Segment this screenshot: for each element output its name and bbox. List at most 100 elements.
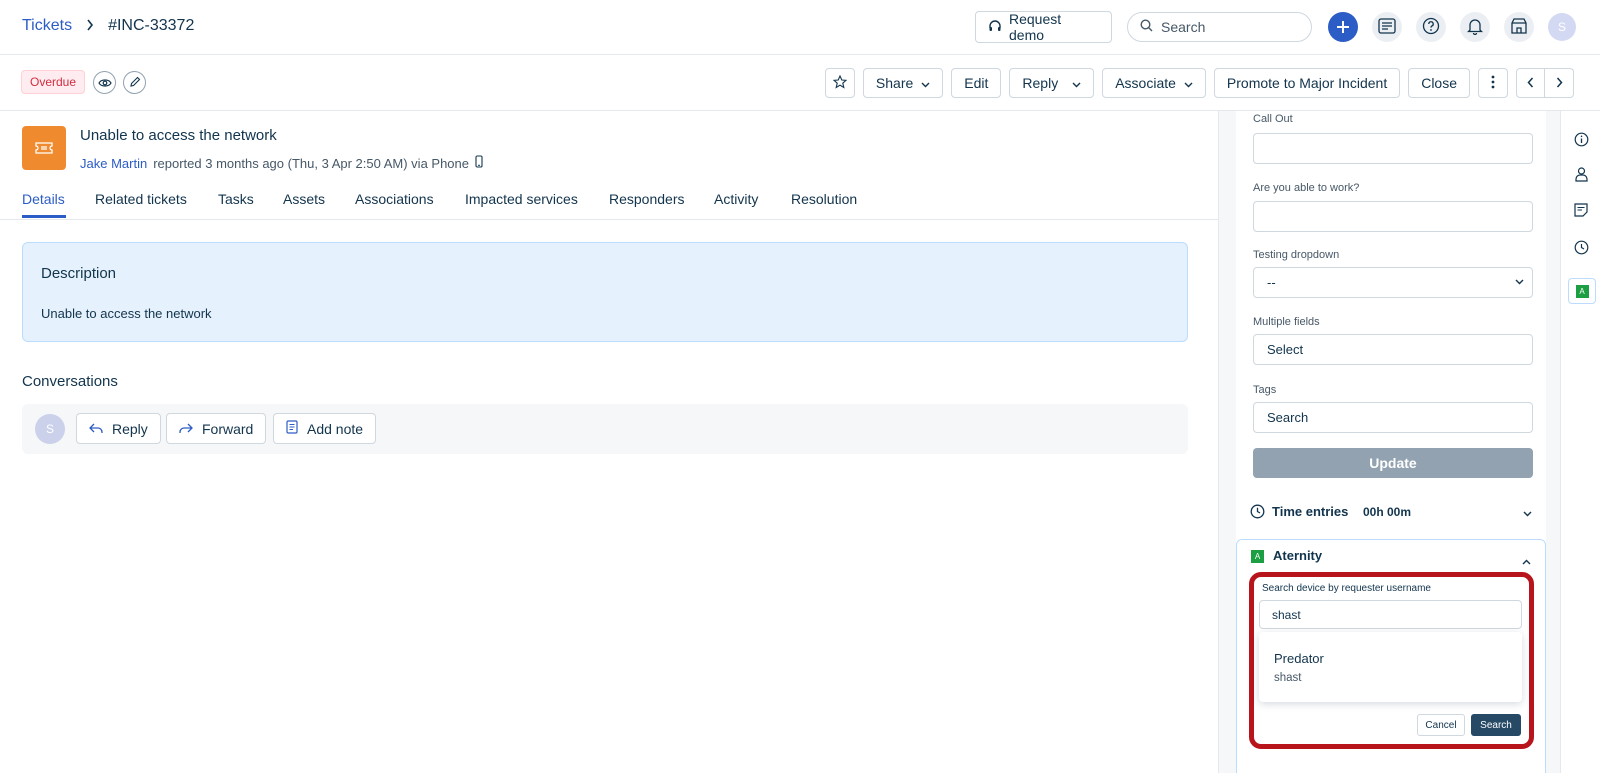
tab-tasks[interactable]: Tasks xyxy=(218,191,254,207)
breadcrumb: Tickets #INC-33372 xyxy=(22,17,194,35)
able-to-work-field[interactable] xyxy=(1253,201,1533,232)
tab-details[interactable]: Details xyxy=(22,191,65,207)
forward-button[interactable]: Forward xyxy=(166,413,267,444)
share-button[interactable]: Share xyxy=(862,68,944,98)
update-button[interactable]: Update xyxy=(1253,448,1533,478)
tags-placeholder: Search xyxy=(1267,410,1309,425)
callout-field[interactable] xyxy=(1253,133,1533,164)
reply-label: Reply xyxy=(1022,75,1059,91)
requester-link[interactable]: Jake Martin xyxy=(80,156,147,171)
chevron-right-icon xyxy=(1556,75,1563,91)
reply-dropdown-button[interactable]: Reply xyxy=(1009,68,1095,98)
forward-label: Forward xyxy=(202,420,254,437)
tab-activity[interactable]: Activity xyxy=(714,191,758,207)
request-demo-button[interactable]: Request demo xyxy=(975,11,1112,43)
history-icon[interactable] xyxy=(1573,239,1589,255)
chevron-down-icon xyxy=(1184,75,1193,91)
associate-label: Associate xyxy=(1115,75,1176,91)
close-ticket-button[interactable]: Close xyxy=(1408,68,1470,98)
chevron-right-icon xyxy=(86,18,94,34)
breadcrumb-current: #INC-33372 xyxy=(108,17,195,34)
chevron-down-icon xyxy=(1515,277,1524,288)
toolbar-actions: Share Edit Reply Associate Promote to Ma… xyxy=(824,68,1574,98)
device-search-label: Search device by requester username xyxy=(1262,583,1431,594)
create-new-button[interactable] xyxy=(1328,12,1358,42)
watch-button[interactable] xyxy=(93,71,116,94)
tab-resolution[interactable]: Resolution xyxy=(791,191,857,207)
ticket-meta: Jake Martin reported 3 months ago (Thu, … xyxy=(80,155,483,171)
chevron-down-icon xyxy=(921,75,930,91)
tab-assets[interactable]: Assets xyxy=(283,191,325,207)
device-search-results: Predator shast xyxy=(1259,632,1522,702)
time-entries-card[interactable]: Time entries 00h 00m xyxy=(1236,490,1546,533)
multiple-fields-value: Select xyxy=(1267,342,1304,357)
promote-major-incident-button[interactable]: Promote to Major Incident xyxy=(1213,68,1401,98)
multiple-fields-select[interactable]: Select xyxy=(1253,334,1533,365)
ticket-title: Unable to access the network xyxy=(80,127,277,144)
breadcrumb-tickets-link[interactable]: Tickets xyxy=(22,17,72,35)
note-icon xyxy=(286,420,298,437)
plus-icon xyxy=(1336,14,1350,40)
ticket-type-icon xyxy=(22,126,66,170)
user-avatar[interactable]: S xyxy=(1548,13,1576,41)
search-button[interactable]: Search xyxy=(1471,714,1521,736)
tab-associations[interactable]: Associations xyxy=(355,191,434,207)
chevron-down-icon xyxy=(1072,75,1081,91)
edit-button[interactable]: Edit xyxy=(951,68,1002,98)
cancel-button[interactable]: Cancel xyxy=(1417,714,1465,736)
avatar: S xyxy=(35,414,65,444)
eye-icon xyxy=(97,75,112,91)
requester-icon[interactable] xyxy=(1573,166,1589,182)
global-search-input[interactable]: Search xyxy=(1127,12,1312,42)
marketplace-button[interactable] xyxy=(1504,12,1534,42)
notes-icon[interactable] xyxy=(1573,202,1589,218)
chevron-up-icon[interactable] xyxy=(1522,552,1531,568)
tags-search-input[interactable]: Search xyxy=(1253,402,1533,433)
aternity-title: Aternity xyxy=(1273,548,1323,563)
notifications-button[interactable] xyxy=(1460,12,1490,42)
reply-icon xyxy=(89,421,103,437)
headset-icon xyxy=(988,19,1002,36)
edit-pencil-button[interactable] xyxy=(123,71,146,94)
forward-icon xyxy=(179,421,193,437)
able-to-work-label: Are you able to work? xyxy=(1253,182,1360,194)
device-search-input[interactable]: shast xyxy=(1259,600,1522,629)
bell-icon xyxy=(1466,17,1484,38)
associate-button[interactable]: Associate xyxy=(1102,68,1206,98)
more-actions-button[interactable] xyxy=(1478,68,1508,98)
help-button[interactable] xyxy=(1416,12,1446,42)
catalog-button[interactable] xyxy=(1372,12,1402,42)
conversations-title: Conversations xyxy=(22,373,118,390)
info-icon[interactable] xyxy=(1573,131,1589,147)
time-entries-value: 00h 00m xyxy=(1363,505,1412,519)
clock-icon xyxy=(1250,504,1265,522)
global-search-placeholder: Search xyxy=(1161,19,1206,35)
multiple-fields-label: Multiple fields xyxy=(1253,316,1320,328)
aternity-app-icon[interactable]: A xyxy=(1568,278,1596,304)
store-icon xyxy=(1510,17,1528,38)
description-panel: Description Unable to access the network xyxy=(22,242,1188,342)
top-bar: Tickets #INC-33372 Request demo Search S xyxy=(0,0,1600,55)
previous-ticket-button[interactable] xyxy=(1516,68,1545,98)
conversation-reply-button[interactable]: Reply xyxy=(76,413,161,444)
tab-related-tickets[interactable]: Related tickets xyxy=(95,191,187,207)
testing-dropdown-select[interactable]: -- xyxy=(1253,267,1533,298)
description-title: Description xyxy=(41,265,117,282)
star-icon xyxy=(832,74,848,92)
pencil-icon xyxy=(129,75,141,91)
search-icon xyxy=(1140,19,1153,35)
testing-dropdown-value: -- xyxy=(1267,275,1276,290)
favorite-button[interactable] xyxy=(824,68,855,98)
next-ticket-button[interactable] xyxy=(1545,68,1574,98)
result-device-name[interactable]: Predator xyxy=(1274,651,1324,666)
conversation-actions: S Reply Forward Add note xyxy=(22,404,1188,454)
conversation-reply-label: Reply xyxy=(112,420,148,437)
add-note-button[interactable]: Add note xyxy=(273,413,377,444)
kebab-icon xyxy=(1491,75,1495,92)
tab-impacted-services[interactable]: Impacted services xyxy=(465,191,578,207)
tab-responders[interactable]: Responders xyxy=(609,191,685,207)
share-label: Share xyxy=(875,75,914,91)
aternity-logo: A xyxy=(1251,550,1264,563)
ticket-tabs: Details Related tickets Tasks Assets Ass… xyxy=(0,188,1218,220)
device-search-section: Search device by requester username shas… xyxy=(1249,572,1534,749)
